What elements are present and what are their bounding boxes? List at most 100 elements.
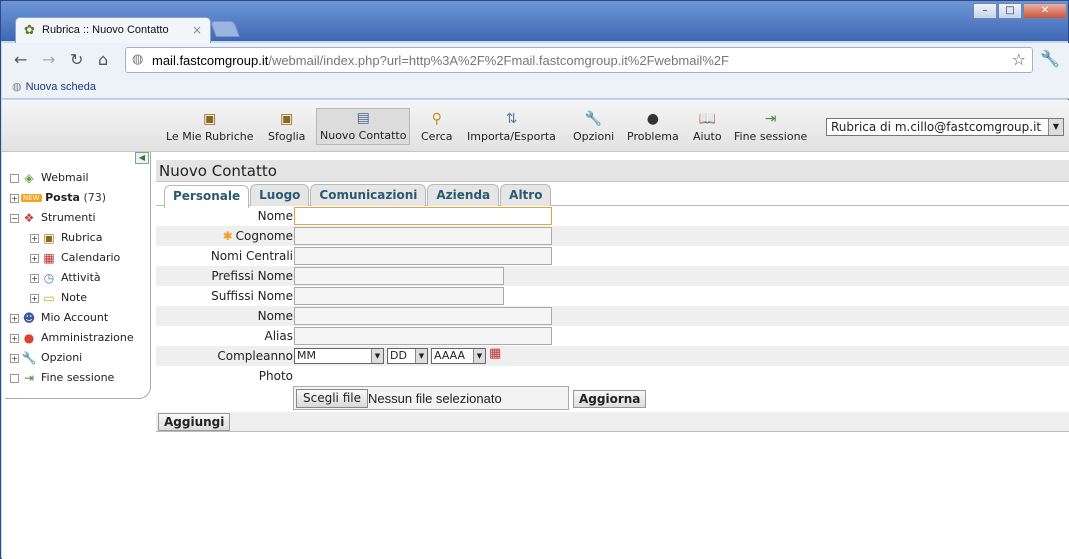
page-title: Nuovo Contatto [156, 160, 1069, 182]
search-icon: ⚲ [431, 111, 442, 127]
birthday-day-select[interactable]: DD ▼ [387, 348, 428, 364]
tab-luogo[interactable]: Luogo [250, 184, 310, 206]
row-nomi-centrali: Nomi Centrali [156, 246, 1069, 266]
prefissi-input[interactable] [294, 267, 504, 285]
expand-icon[interactable]: + [10, 333, 19, 343]
chevron-down-icon: ▼ [1048, 119, 1063, 135]
nome-input[interactable] [294, 207, 552, 225]
admin-icon: ● [23, 331, 35, 345]
toolbar-my-address-books[interactable]: ▣ Le Mie Rubriche [166, 110, 253, 143]
toolbar-search[interactable]: ⚲ Cerca [421, 110, 453, 143]
expand-icon[interactable]: + [30, 293, 39, 303]
chevron-down-icon: ▼ [473, 349, 485, 363]
expand-icon[interactable]: + [10, 313, 19, 323]
logout-icon: ⇥ [764, 111, 777, 127]
sidebar-item-rubrica[interactable]: + ▣ Rubrica [10, 228, 134, 248]
webmail-icon: ◈ [24, 171, 34, 185]
label-cognome: ✱ Cognome [222, 229, 293, 243]
browse-icon: ▣ [280, 111, 294, 127]
globe-icon: ◍ [132, 52, 144, 67]
close-window-button[interactable]: ✕ [1023, 3, 1067, 19]
sidebar-item-note[interactable]: + ▭ Note [10, 288, 134, 308]
sidebar-item-opzioni[interactable]: + 🔧 Opzioni [10, 348, 134, 368]
tree-toggle[interactable] [10, 173, 19, 183]
collapse-icon[interactable]: − [10, 213, 19, 223]
browser-tab[interactable]: ✿ Rubrica :: Nuovo Contatto × [15, 17, 211, 43]
nomi-centrali-input[interactable] [294, 247, 552, 265]
minimize-button[interactable]: – [973, 3, 997, 19]
sidebar-item-calendario[interactable]: + ▦ Calendario [10, 248, 134, 268]
toolbar-options[interactable]: 🔧 Opzioni [573, 110, 614, 143]
file-upload[interactable]: Scegli file Nessun file selezionato [293, 386, 569, 410]
expand-icon[interactable]: + [10, 193, 19, 203]
alias-input[interactable] [294, 327, 552, 345]
address-book-select[interactable]: Rubrica di m.cillo@fastcomgroup.it ▼ [826, 118, 1064, 136]
add-button[interactable]: Aggiungi [158, 413, 231, 431]
notes-icon: ▭ [43, 291, 55, 305]
required-asterisk-icon: ✱ [222, 229, 233, 243]
toolbar-import-export[interactable]: ⇅ Importa/Esporta [467, 110, 556, 143]
row-photo-upload: Scegli file Nessun file selezionato Aggi… [156, 386, 1069, 412]
tab-azienda[interactable]: Azienda [427, 184, 500, 206]
sidebar-item-fine-sessione[interactable]: ⇥ Fine sessione [10, 368, 134, 388]
expand-icon[interactable]: + [30, 253, 39, 263]
bookmark-new-tab[interactable]: ◍ Nuova scheda [12, 80, 96, 93]
birthday-year-select[interactable]: AAAA ▼ [431, 348, 486, 364]
home-icon[interactable]: ⌂ [98, 50, 108, 69]
wrench-icon[interactable]: 🔧 [1040, 49, 1060, 68]
tab-comunicazioni[interactable]: Comunicazioni [310, 184, 427, 206]
maximize-button[interactable]: □ [998, 3, 1022, 19]
unread-count: (73) [83, 191, 107, 204]
collapse-sidebar-icon[interactable]: ◀ [135, 152, 149, 164]
cognome-input[interactable] [294, 227, 552, 245]
logout-icon: ⇥ [23, 371, 35, 385]
sidebar-item-posta[interactable]: + NEW Posta (73) [10, 188, 134, 208]
tab-personale[interactable]: Personale [164, 185, 250, 208]
row-prefissi: Prefissi Nome [156, 266, 1069, 286]
toolbar-new-contact[interactable]: ▤ Nuovo Contatto [316, 108, 411, 145]
new-tab-button[interactable] [210, 21, 240, 37]
sidebar: ◀ ◈ Webmail + NEW Posta (73) − ❖ Strumenti +… [5, 152, 151, 399]
toolbar-problem[interactable]: ● Problema [627, 110, 679, 143]
browser-toolbar: ← → ↻ ⌂ ◍ mail.fastcomgroup.it/webmail/i… [2, 43, 1069, 77]
sidebar-item-webmail[interactable]: ◈ Webmail [10, 168, 134, 188]
chevron-down-icon: ▼ [371, 349, 383, 363]
sidebar-item-amministrazione[interactable]: + ● Amministrazione [10, 328, 134, 348]
address-bar[interactable]: ◍ mail.fastcomgroup.it/webmail/index.php… [125, 47, 1033, 73]
sidebar-item-strumenti[interactable]: − ❖ Strumenti [10, 208, 134, 228]
reload-icon[interactable]: ↻ [70, 50, 83, 69]
expand-icon[interactable]: + [10, 353, 19, 363]
expand-icon[interactable]: + [30, 233, 39, 243]
expand-icon[interactable]: + [30, 273, 39, 283]
bookmark-star-icon[interactable]: ☆ [1012, 50, 1026, 69]
toolbar-help[interactable]: 📖 Aiuto [693, 110, 722, 143]
label-alias: Alias [264, 329, 293, 343]
form-tabs: Personale Luogo Comunicazioni Azienda Altro [156, 182, 1069, 208]
row-photo: Photo [156, 366, 1069, 386]
file-status: Nessun file selezionato [368, 391, 502, 406]
sidebar-item-attivita[interactable]: + ◷ Attività [10, 268, 134, 288]
calendar-picker-icon[interactable]: ▦ [489, 346, 501, 361]
app-toolbar: ▣ Le Mie Rubriche ▣ Sfoglia ▤ Nuovo Cont… [2, 100, 1069, 152]
label-compleanno: Compleanno [217, 349, 293, 363]
row-nome: Nome [156, 206, 1069, 226]
label-nome-display: Nome [257, 309, 293, 323]
tree-toggle[interactable] [10, 373, 19, 383]
tab-altro[interactable]: Altro [500, 184, 552, 206]
nome-display-input[interactable] [294, 307, 552, 325]
update-button[interactable]: Aggiorna [573, 390, 647, 408]
suffissi-input[interactable] [294, 287, 504, 305]
calendar-icon: ▦ [43, 251, 55, 265]
toolbar-logout[interactable]: ⇥ Fine sessione [734, 110, 807, 143]
forward-icon[interactable]: → [42, 50, 55, 69]
back-icon[interactable]: ← [14, 50, 27, 69]
birthday-month-select[interactable]: MM ▼ [294, 348, 384, 364]
label-prefissi: Prefissi Nome [211, 269, 293, 283]
chevron-down-icon: ▼ [415, 349, 427, 363]
options-icon: 🔧 [584, 111, 603, 127]
sidebar-item-mio-account[interactable]: + ☻ Mio Account [10, 308, 134, 328]
toolbar-browse[interactable]: ▣ Sfoglia [268, 110, 305, 143]
row-suffissi: Suffissi Nome [156, 286, 1069, 306]
tab-close-icon[interactable]: × [192, 23, 202, 37]
choose-file-button[interactable]: Scegli file [296, 389, 368, 408]
